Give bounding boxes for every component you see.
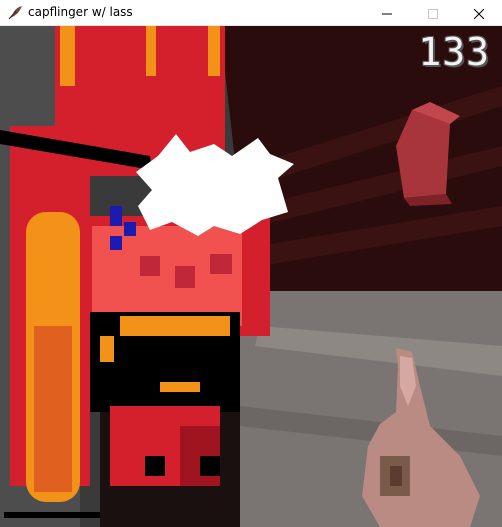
- minimize-button[interactable]: [364, 0, 410, 26]
- score-counter: 133: [418, 30, 490, 74]
- minimize-icon: [382, 4, 392, 23]
- game-scene: [0, 26, 502, 527]
- health-bar: [4, 512, 100, 518]
- feather-quill-icon: [7, 5, 23, 21]
- maximize-button[interactable]: [410, 0, 456, 26]
- close-icon: [473, 4, 485, 23]
- window-titlebar: capflinger w/ lass: [0, 0, 502, 26]
- close-button[interactable]: [456, 0, 502, 26]
- maximize-icon: [428, 4, 438, 23]
- game-viewport[interactable]: 133: [0, 26, 502, 527]
- window-title: capflinger w/ lass: [28, 5, 133, 19]
